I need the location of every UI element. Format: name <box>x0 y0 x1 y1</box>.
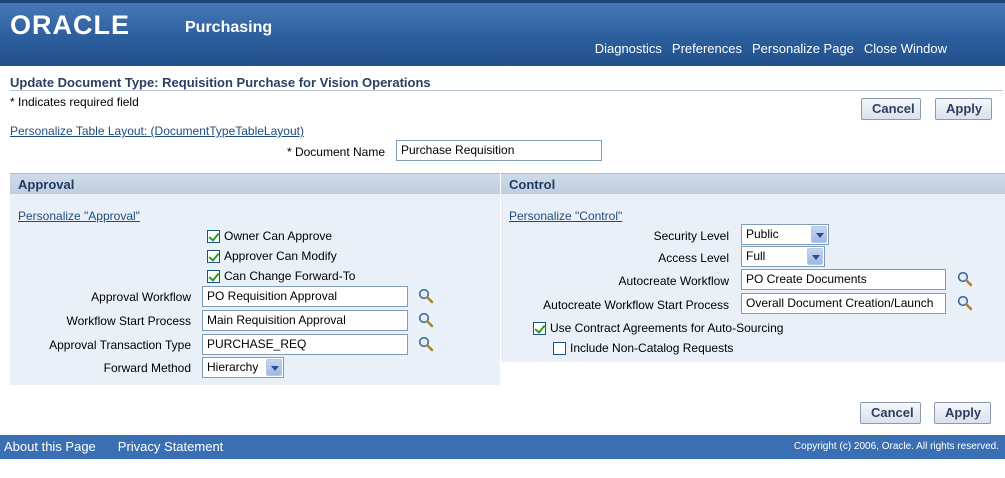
approval-transaction-type-field[interactable]: PURCHASE_REQ <box>202 334 408 355</box>
page-title: Update Document Type: Requisition Purcha… <box>10 75 431 90</box>
forward-method-select[interactable]: Hierarchy <box>202 357 284 378</box>
workflow-start-process-field[interactable]: Main Requisition Approval <box>202 310 408 331</box>
chevron-down-icon[interactable] <box>807 248 823 265</box>
approval-section-header: Approval <box>10 173 500 194</box>
checkbox-checked-icon[interactable] <box>207 229 220 243</box>
personalize-control-link[interactable]: Personalize "Control" <box>509 209 622 223</box>
include-non-catalog-checkbox[interactable]: Include Non-Catalog Requests <box>553 341 733 355</box>
cancel-button-bottom[interactable]: Cancel <box>860 402 921 424</box>
security-level-label: Security Level <box>653 229 729 243</box>
chevron-down-icon[interactable] <box>266 359 282 376</box>
header-top-line <box>0 0 1005 3</box>
personalize-approval-link[interactable]: Personalize "Approval" <box>18 209 140 223</box>
forward-method-value: Hierarchy <box>207 360 259 374</box>
global-links: Diagnostics Preferences Personalize Page… <box>595 41 947 56</box>
document-name-field[interactable]: Purchase Requisition <box>396 140 602 161</box>
include-non-catalog-label: Include Non-Catalog Requests <box>570 341 734 355</box>
title-divider <box>10 90 1003 91</box>
checkbox-checked-icon[interactable] <box>207 269 220 283</box>
document-name-label: * Document Name <box>286 145 385 159</box>
can-change-forward-to-label: Can Change Forward-To <box>224 269 356 283</box>
security-level-select[interactable]: Public <box>741 224 829 245</box>
required-field-note: * Indicates required field <box>10 95 139 109</box>
personalize-page-link[interactable]: Personalize Page <box>752 41 854 56</box>
use-contract-agreements-label: Use Contract Agreements for Auto-Sourcin… <box>550 321 784 335</box>
about-this-page-link[interactable]: About this Page <box>4 439 96 454</box>
copyright-text: Copyright (c) 2006, Oracle. All rights r… <box>793 441 999 452</box>
app-name: Purchasing <box>185 19 273 36</box>
global-header: ORACLE Purchasing Diagnostics Preference… <box>0 0 1005 66</box>
approval-workflow-field[interactable]: PO Requisition Approval <box>202 286 408 307</box>
access-level-select[interactable]: Full <box>741 246 825 267</box>
workflow-start-process-label: Workflow Start Process <box>66 314 191 328</box>
footer-links: About this Page Privacy Statement <box>4 439 223 454</box>
approver-can-modify-checkbox[interactable]: Approver Can Modify <box>207 249 337 263</box>
search-icon[interactable] <box>957 295 973 311</box>
access-level-label: Access Level <box>658 251 729 265</box>
approval-workflow-label: Approval Workflow <box>91 290 191 304</box>
can-change-forward-to-checkbox[interactable]: Can Change Forward-To <box>207 269 355 283</box>
approver-can-modify-label: Approver Can Modify <box>224 249 337 263</box>
cancel-button-top[interactable]: Cancel <box>861 98 921 120</box>
oracle-logo: ORACLE <box>10 10 130 40</box>
privacy-statement-link[interactable]: Privacy Statement <box>118 439 224 454</box>
apply-button-bottom[interactable]: Apply <box>934 402 991 424</box>
chevron-down-icon[interactable] <box>811 226 827 243</box>
approval-transaction-type-label: Approval Transaction Type <box>49 338 191 352</box>
apply-button-top[interactable]: Apply <box>935 98 992 120</box>
preferences-link[interactable]: Preferences <box>672 41 742 56</box>
search-icon[interactable] <box>418 288 434 304</box>
search-icon[interactable] <box>418 312 434 328</box>
access-level-value: Full <box>746 249 766 263</box>
forward-method-label: Forward Method <box>103 361 191 375</box>
owner-can-approve-checkbox[interactable]: Owner Can Approve <box>207 229 332 243</box>
checkbox-checked-icon[interactable] <box>207 249 220 263</box>
close-window-link[interactable]: Close Window <box>864 41 947 56</box>
autocreate-workflow-field[interactable]: PO Create Documents <box>741 269 946 290</box>
control-section-header: Control <box>501 173 1005 194</box>
autocreate-start-process-label: Autocreate Workflow Start Process <box>543 298 729 312</box>
security-level-value: Public <box>746 227 779 241</box>
search-icon[interactable] <box>418 336 434 352</box>
use-contract-agreements-checkbox[interactable]: Use Contract Agreements for Auto-Sourcin… <box>533 321 783 335</box>
owner-can-approve-label: Owner Can Approve <box>224 229 333 243</box>
page-footer: About this Page Privacy Statement Copyri… <box>0 435 1005 459</box>
checkbox-checked-icon[interactable] <box>533 321 546 335</box>
autocreate-workflow-label: Autocreate Workflow <box>618 274 730 288</box>
search-icon[interactable] <box>957 271 973 287</box>
personalize-table-layout-link[interactable]: Personalize Table Layout: (DocumentTypeT… <box>10 124 304 138</box>
diagnostics-link[interactable]: Diagnostics <box>595 41 662 56</box>
checkbox-unchecked-icon[interactable] <box>553 341 566 355</box>
autocreate-start-process-field[interactable]: Overall Document Creation/Launch <box>741 293 946 314</box>
